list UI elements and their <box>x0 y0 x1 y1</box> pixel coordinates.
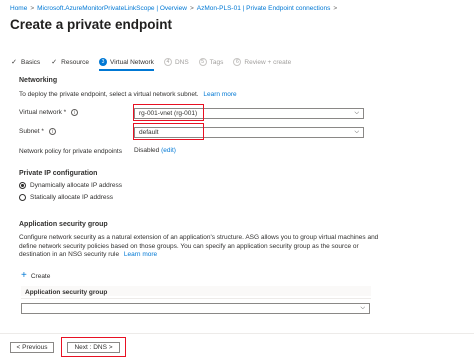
highlight-box-virtual-network <box>133 104 204 121</box>
page-title: Create a private endpoint <box>10 17 173 32</box>
network-policy-label: Network policy for private endpoints <box>19 148 122 155</box>
step-number-icon: 5 <box>198 58 207 66</box>
breadcrumb-separator: > <box>30 5 35 12</box>
tab-dns[interactable]: 4 DNS <box>163 55 189 69</box>
breadcrumb-private-link-scope[interactable]: Microsoft.AzureMonitorPrivateLinkScope |… <box>37 5 187 12</box>
asg-select[interactable]: ⌵ <box>21 303 370 314</box>
breadcrumb-separator: > <box>333 5 338 12</box>
breadcrumb-pe-connections[interactable]: AzMon-PLS-01 | Private Endpoint connecti… <box>197 5 331 12</box>
breadcrumb-home[interactable]: Home <box>10 5 27 12</box>
tab-virtual-network-label: Virtual Network <box>109 58 154 66</box>
private-ip-heading: Private IP configuration <box>19 170 98 177</box>
networking-description-text: To deploy the private endpoint, select a… <box>19 91 199 98</box>
asg-description-text: destination in an NSG security rule <box>19 251 120 259</box>
tab-basics[interactable]: ✓ Basics <box>10 55 40 69</box>
tab-review-create-label: Review + create <box>244 58 292 66</box>
radio-unselected-icon <box>19 194 26 201</box>
chevron-down-icon: ⌵ <box>354 110 359 116</box>
info-icon[interactable]: i <box>48 128 56 135</box>
network-policy-status: Disabled <box>134 147 160 154</box>
asg-create-label: Create <box>30 272 51 280</box>
tab-resource[interactable]: ✓ Resource <box>50 55 89 69</box>
chevron-down-icon: ⌵ <box>360 305 365 311</box>
network-policy-edit-link[interactable]: (edit) <box>161 147 176 154</box>
radio-selected-icon <box>19 182 26 189</box>
table-divider <box>21 298 371 299</box>
asg-description-line: Configure network security as a natural … <box>19 234 379 241</box>
networking-heading: Networking <box>19 77 58 84</box>
asg-description-line: define network security policies based o… <box>19 242 359 250</box>
tab-review-create[interactable]: 6 Review + create <box>233 55 291 69</box>
radio-dynamic-ip-label: Dynamically allocate IP address <box>30 182 123 189</box>
highlight-box-subnet <box>133 123 204 140</box>
tab-tags-label: Tags <box>209 58 224 66</box>
asg-heading: Application security group <box>19 221 108 228</box>
asg-description: Configure network security as a natural … <box>19 234 378 260</box>
previous-button[interactable]: < Previous <box>10 342 54 353</box>
tab-tags[interactable]: 5 Tags <box>198 55 224 69</box>
networking-learn-more-link[interactable]: Learn more <box>203 91 236 98</box>
wizard-steps: ✓ Basics ✓ Resource 3 Virtual Network 4 … <box>10 55 301 71</box>
step-number-icon: 4 <box>163 58 172 66</box>
subnet-label: Subnet * i <box>19 128 56 135</box>
asg-table-header: Application security group <box>25 289 108 296</box>
asg-description-line: destination in an NSG security rule Lear… <box>19 251 378 260</box>
breadcrumb: Home > Microsoft.AzureMonitorPrivateLinkSc… <box>10 5 340 12</box>
radio-static-ip-label: Statically allocate IP address <box>30 194 113 201</box>
step-number-icon: 3 <box>98 58 107 66</box>
checkmark-icon: ✓ <box>51 59 58 66</box>
tab-basics-label: Basics <box>21 58 41 66</box>
tab-virtual-network[interactable]: 3 Virtual Network <box>98 55 154 71</box>
info-icon[interactable]: i <box>71 109 79 116</box>
highlight-box-next <box>61 337 126 357</box>
asg-learn-more-link[interactable]: Learn more <box>124 251 157 258</box>
asg-create-button[interactable]: + Create <box>21 270 51 281</box>
breadcrumb-separator: > <box>189 5 194 12</box>
networking-description: To deploy the private endpoint, select a… <box>19 91 237 98</box>
checkmark-icon: ✓ <box>11 59 17 66</box>
radio-static-ip[interactable]: Statically allocate IP address <box>19 194 113 201</box>
footer-divider <box>0 333 474 334</box>
plus-icon: + <box>21 270 27 281</box>
tab-dns-label: DNS <box>174 58 189 66</box>
radio-dynamic-ip[interactable]: Dynamically allocate IP address <box>19 182 122 189</box>
step-number-icon: 6 <box>233 58 242 66</box>
chevron-down-icon: ⌵ <box>354 129 359 135</box>
virtual-network-label: Virtual network * i <box>19 109 79 116</box>
tab-resource-label: Resource <box>61 58 89 66</box>
network-policy-value: Disabled (edit) <box>134 147 176 154</box>
virtual-network-label-text: Virtual network * <box>19 109 67 116</box>
subnet-label-text: Subnet * <box>19 128 44 135</box>
